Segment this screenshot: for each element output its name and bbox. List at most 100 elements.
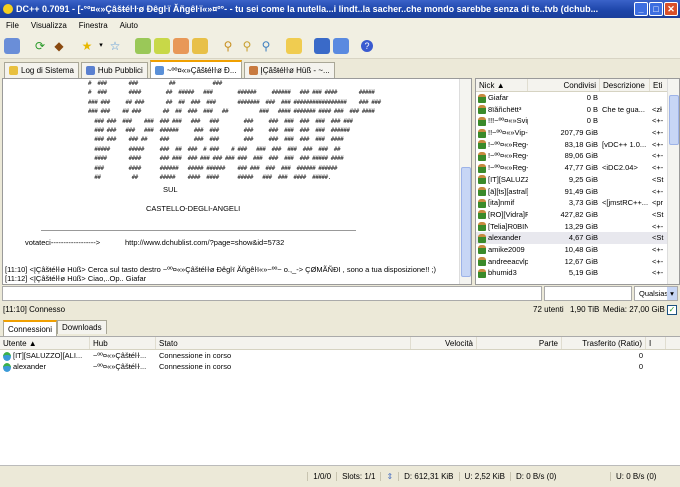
user-shared: 0 B bbox=[586, 104, 598, 114]
user-nick: 8ïăñchëtt³ bbox=[476, 104, 528, 116]
notepad-icon[interactable] bbox=[333, 37, 349, 54]
menu-file[interactable]: File bbox=[0, 18, 25, 33]
filter-type-value: Qualsias bbox=[639, 289, 669, 298]
user-description bbox=[600, 221, 650, 233]
uploaded-total: U: 2,52 KiB bbox=[458, 472, 510, 481]
col-utente[interactable]: Utente ▲ bbox=[0, 337, 90, 349]
user-row[interactable]: amike2009 10,48 GiB <+- bbox=[476, 244, 679, 256]
transfer-status: Connessione in corso bbox=[159, 362, 232, 371]
col-hub[interactable]: Hub bbox=[90, 337, 156, 349]
ascii-art: # ### ### ## ### # ### #### ## ##### ###… bbox=[88, 80, 381, 182]
transfer-row[interactable]: alexander ~ºº¤«»Çâšŧéŀŀ... Connessione in … bbox=[0, 361, 680, 372]
transfer-row[interactable]: [IT][SALUZZO][ALI... ~ºº¤«»Çâšŧéŀŀ... Conn… bbox=[0, 350, 680, 361]
user-row[interactable]: bhumid3 5,19 GiB <+- bbox=[476, 267, 679, 279]
user-row[interactable]: [IT][SALUZZ...9,25 GiB<St bbox=[476, 174, 679, 186]
queue-icon[interactable] bbox=[135, 37, 151, 54]
user-row[interactable]: Giafar 0 B bbox=[476, 92, 679, 104]
menu-aiuto[interactable]: Aiuto bbox=[114, 18, 144, 33]
user-count: 72 utenti bbox=[533, 305, 564, 314]
user-row[interactable]: andreeacvlp 12,67 GiB <+- bbox=[476, 256, 679, 268]
scroll-thumb[interactable] bbox=[669, 95, 679, 145]
public-hubs-icon[interactable] bbox=[4, 37, 20, 54]
user-nick: alexander bbox=[476, 232, 528, 244]
user-filter-input[interactable] bbox=[544, 286, 632, 301]
tab-system-log[interactable]: Log di Sistema bbox=[4, 62, 79, 78]
user-icon bbox=[478, 128, 486, 138]
user-row[interactable]: !!!~ºº¤«»Svip-...0 B<+- bbox=[476, 115, 679, 127]
show-users-checkbox[interactable]: ✓ bbox=[667, 305, 677, 315]
user-description bbox=[600, 232, 650, 244]
favorite-users-icon[interactable]: ☆ bbox=[107, 38, 123, 54]
col-parte[interactable]: Parte bbox=[477, 337, 562, 349]
col-nick[interactable]: Nick ▲ bbox=[476, 79, 528, 91]
chevron-down-icon[interactable]: ▾ bbox=[667, 287, 677, 300]
user-nick: !~ºº¤«»Reg-F... bbox=[476, 139, 528, 151]
user-row[interactable]: alexander 4,67 GiB <St bbox=[476, 232, 679, 244]
finished-downloads-icon[interactable] bbox=[154, 37, 170, 54]
chat-scrollbar[interactable] bbox=[459, 79, 471, 284]
user-row[interactable]: [ita]nmif 3,73 GiB <[jmstRC++... <pr bbox=[476, 197, 679, 209]
user-icon bbox=[478, 245, 486, 255]
search-spy-icon[interactable]: ⚲ bbox=[258, 38, 274, 54]
favorite-hubs-icon[interactable]: ★ bbox=[79, 38, 95, 54]
filter-type-select[interactable]: Qualsias ▾ bbox=[634, 286, 678, 301]
user-nick: amike2009 bbox=[476, 244, 528, 256]
user-row[interactable]: [RO][Vidra]Pitzy427,82 GiB<St bbox=[476, 209, 679, 221]
user-icon bbox=[478, 163, 486, 173]
scroll-thumb[interactable] bbox=[461, 167, 471, 277]
tab-private-message[interactable]: ĮÇâšŧéŀŀø Hüß - ~... bbox=[243, 62, 335, 78]
open-file-list-icon[interactable] bbox=[286, 37, 302, 54]
user-row[interactable]: !~ºº¤«»Reg-P...89,06 GiB<+- bbox=[476, 150, 679, 162]
title-bar: DC++ 0.7091 - [-°º¤«»Çâšŧéŀŀø Đêgŀï Ăñgê… bbox=[0, 0, 680, 18]
tab-public-hubs[interactable]: Hub Pubblici bbox=[80, 62, 148, 78]
col-velocita[interactable]: Velocità bbox=[411, 337, 477, 349]
user-nick: Giafar bbox=[476, 92, 528, 104]
user-icon bbox=[478, 257, 486, 267]
user-nick: [IT][SALUZZ... bbox=[476, 174, 528, 186]
finished-uploads-icon[interactable] bbox=[192, 37, 208, 54]
upload-rate: U: 0 B/s (0) bbox=[610, 472, 670, 481]
reconnect-icon[interactable]: ⟳ bbox=[32, 38, 48, 54]
user-list-scrollbar[interactable] bbox=[667, 79, 679, 284]
tab-connessioni[interactable]: Connessioni bbox=[3, 320, 58, 336]
chat-url-link[interactable]: http://www.dchublist.com/?page=show&id=5… bbox=[125, 238, 284, 247]
user-row[interactable]: !~ºº¤«»Reg-V...47,77 GiB<iDC2.04><+- bbox=[476, 162, 679, 174]
col-descrizione[interactable]: Descrizione bbox=[600, 79, 650, 91]
menu-finestra[interactable]: Finestra bbox=[73, 18, 114, 33]
follow-redirect-icon[interactable]: ◆ bbox=[51, 38, 67, 54]
search-icon[interactable]: ⚲ bbox=[220, 38, 236, 54]
maximize-button[interactable]: □ bbox=[649, 2, 663, 16]
settings-icon[interactable] bbox=[314, 37, 330, 54]
user-row[interactable]: 8ïăñchëtt³ 0 B Che te gua... <zł bbox=[476, 104, 679, 116]
close-button[interactable]: ✕ bbox=[664, 2, 678, 16]
help-icon[interactable]: ? bbox=[361, 39, 373, 52]
user-description bbox=[600, 127, 650, 139]
slots-spinner[interactable]: ⇕ bbox=[380, 472, 398, 481]
upload-queue-icon[interactable] bbox=[173, 37, 189, 54]
user-description bbox=[600, 244, 650, 256]
user-icon bbox=[478, 210, 486, 220]
minimize-button[interactable]: _ bbox=[634, 2, 648, 16]
user-shared: 3,73 GiB bbox=[568, 198, 598, 208]
col-stato[interactable]: Stato bbox=[156, 337, 411, 349]
user-icon bbox=[478, 105, 486, 115]
menu-visualizza[interactable]: Visualizza bbox=[25, 18, 73, 33]
user-row[interactable]: [Telia]R0BIN 13,29 GiB <+- bbox=[476, 221, 679, 233]
col-extra[interactable]: I bbox=[646, 337, 666, 349]
user-row[interactable]: !~ºº¤«»Reg-F...83,18 GiB[vDC++ 1.0...<+- bbox=[476, 139, 679, 151]
tab-hub-active[interactable]: ~ºº¤«»Çâšŧéŀŀø Đ... bbox=[149, 60, 242, 78]
chat-message-input[interactable] bbox=[2, 286, 542, 301]
adl-search-icon[interactable]: ⚲ bbox=[239, 38, 255, 54]
user-shared: 0 B bbox=[586, 93, 598, 102]
col-trasferito[interactable]: Trasferito (Ratio) bbox=[562, 337, 646, 349]
user-description bbox=[600, 267, 650, 279]
chat-area[interactable]: # ### ### ## ### # ### #### ## ##### ###… bbox=[2, 78, 472, 285]
user-row[interactable]: [ä][ts][astral][d...91,49 GiB<+- bbox=[476, 186, 679, 198]
tab-downloads[interactable]: Downloads bbox=[57, 320, 107, 334]
average-shared: Media: 27,00 GiB bbox=[603, 305, 665, 314]
transfer-hub: ~ºº¤«»Çâšŧéŀŀ... bbox=[93, 351, 147, 360]
col-condivisi[interactable]: Condivisi bbox=[528, 79, 600, 91]
status-bar: 1/0/0 Slots: 1/1 ⇕ D: 612,31 KiB U: 2,52… bbox=[0, 465, 680, 487]
dropdown-icon[interactable]: ▾ bbox=[98, 38, 104, 54]
user-row[interactable]: !!~ºº¤«»Vip-V...207,79 GiB<+- bbox=[476, 127, 679, 139]
